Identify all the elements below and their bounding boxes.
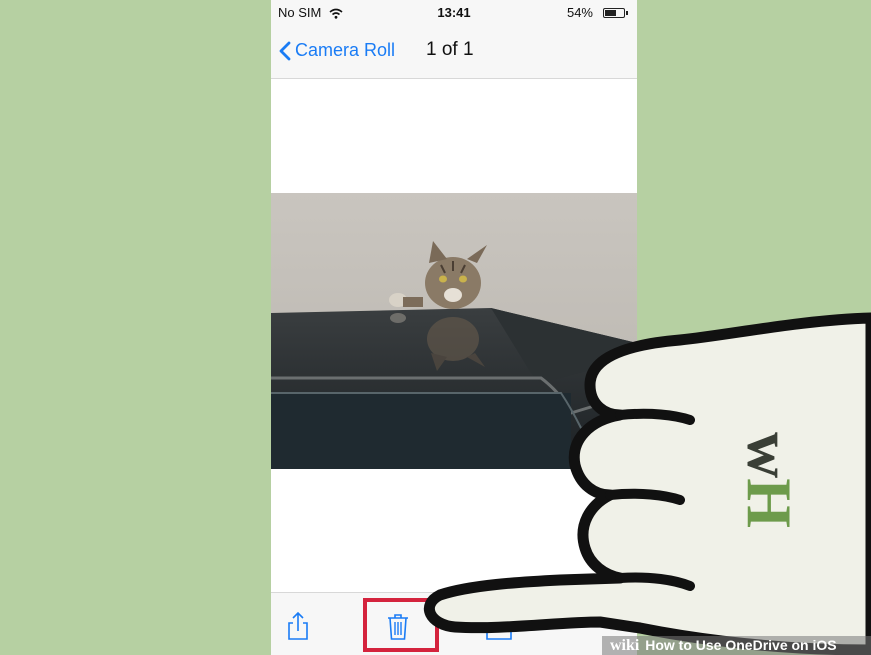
svg-text:wH: wH	[734, 432, 805, 528]
pointing-hand-illustration: wH	[423, 312, 871, 655]
wikihow-logo: wH	[734, 432, 805, 528]
watermark: wiki How to Use OneDrive on iOS	[602, 636, 871, 655]
watermark-brand: wiki	[610, 637, 640, 654]
watermark-text: How to Use OneDrive on iOS	[645, 637, 837, 653]
